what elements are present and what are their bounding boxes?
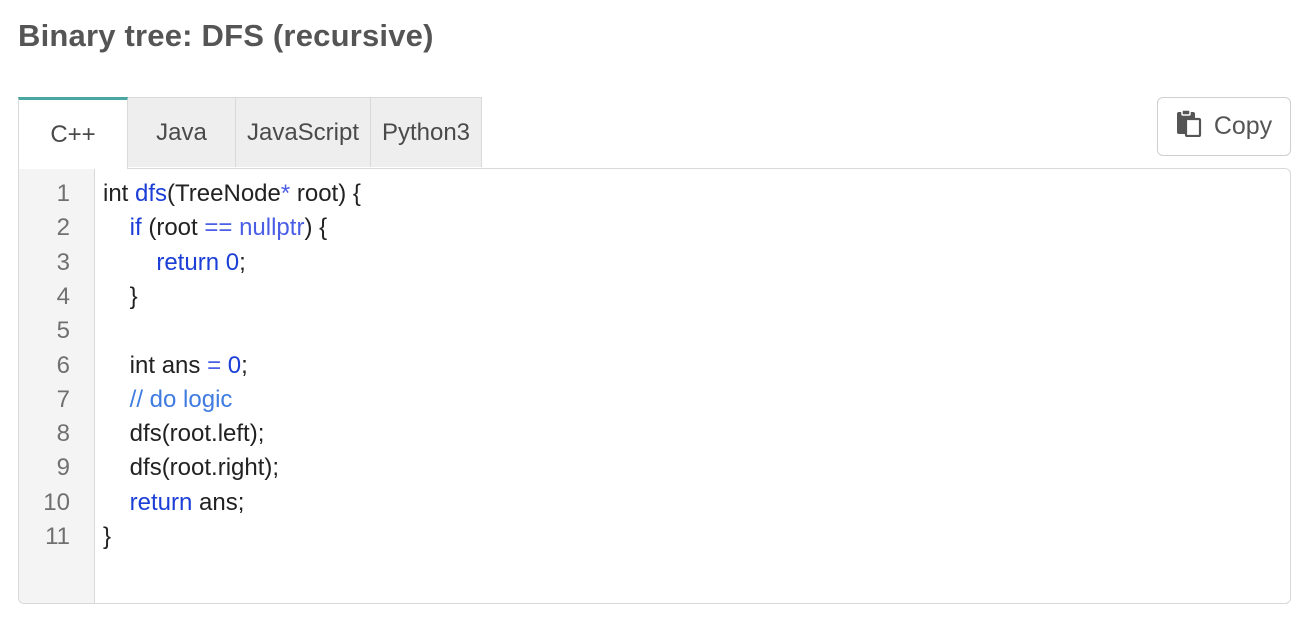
code-editor[interactable]: 1 2 3 4 5 6 7 8 9 10 11 int dfs(TreeNode* root) { … [18, 168, 1291, 604]
code-line: } [103, 520, 111, 554]
line-number-gutter: 1 2 3 4 5 6 7 8 9 10 11 [19, 169, 95, 603]
code-token: * [280, 180, 291, 207]
line-number: 10 [43, 488, 70, 516]
code-token: // do logic [129, 385, 233, 413]
line-number: 2 [56, 214, 70, 242]
code-token: } [103, 282, 138, 310]
code-line: // do logic [103, 383, 233, 417]
code-token: 0 [227, 351, 242, 379]
tab-cpp[interactable]: C++ [18, 97, 128, 169]
code-token: int [103, 180, 136, 207]
page-title: Binary tree: DFS (recursive) [18, 18, 434, 53]
code-token: (root [141, 214, 205, 242]
code-token: ans; [192, 488, 245, 516]
tab-python3[interactable]: Python3 [370, 97, 482, 167]
code-line: int ans = 0; [103, 349, 248, 383]
code-line: } [103, 280, 138, 314]
code-line: int dfs(TreeNode* root) { [103, 177, 361, 211]
line-number: 9 [56, 454, 70, 482]
code-token: ; [241, 351, 248, 379]
code-token: root) { [290, 180, 361, 207]
code-token: = [207, 351, 222, 379]
code-line: dfs(root.left); [103, 417, 265, 451]
line-number: 8 [56, 420, 70, 448]
line-number: 4 [56, 282, 70, 310]
code-line: dfs(root.right); [103, 451, 279, 485]
code-token: dfs [135, 180, 168, 207]
tab-java[interactable]: Java [127, 97, 236, 167]
code-token: ) { [304, 214, 328, 242]
tab-javascript[interactable]: JavaScript [235, 97, 371, 167]
line-number: 5 [56, 317, 70, 345]
code-token: == [204, 214, 233, 242]
code-token: return [129, 488, 193, 516]
code-token: 0 [225, 248, 240, 276]
code-token: dfs(root.right); [103, 454, 280, 482]
line-number: 6 [56, 351, 70, 379]
code-token: ; [239, 248, 246, 276]
code-token: dfs(root.left); [103, 420, 265, 448]
line-number: 7 [56, 385, 70, 413]
code-token: return [156, 248, 220, 276]
code-token: (TreeNode [167, 180, 281, 207]
code-line: if (root == nullptr) { [103, 211, 327, 245]
code-token: int ans [103, 351, 208, 379]
code-token: nullptr [239, 214, 305, 242]
copy-button[interactable]: Copy [1157, 97, 1291, 156]
copy-button-label: Copy [1213, 112, 1273, 140]
line-number: 3 [56, 248, 70, 276]
clipboard-icon [1176, 109, 1202, 144]
code-line: return 0; [103, 246, 246, 280]
code-line: return ans; [103, 486, 245, 520]
line-number: 11 [45, 523, 70, 550]
code-token: } [103, 523, 112, 550]
code-token: if [129, 214, 142, 242]
line-number: 1 [56, 180, 70, 207]
